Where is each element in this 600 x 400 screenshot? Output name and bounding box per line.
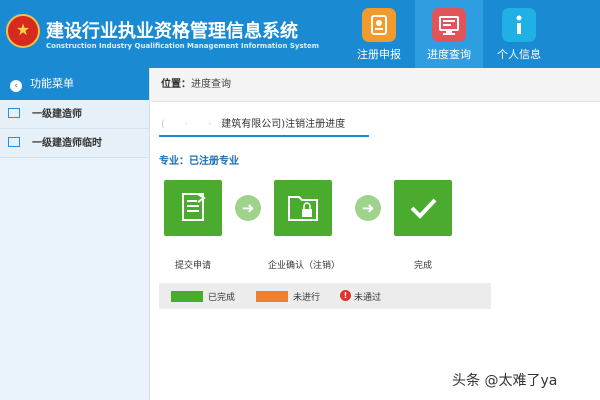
arrow-right-icon: ➜ [235, 195, 261, 221]
watermark: 头条 @太难了ya [452, 373, 558, 389]
progress-query-icon [432, 8, 466, 42]
national-emblem-icon: ★ [6, 14, 40, 48]
sidebar-item-constructor-temporary[interactable]: 一级建造师临时 [0, 129, 149, 158]
breadcrumb-value: 进度查询 [191, 79, 231, 90]
sidebar-item-label: 一级建造师 [32, 109, 82, 120]
legend-done-label: 已完成 [208, 293, 236, 303]
main-content: 位置：进度查询 ( · · 建筑有限公司)注销注册进度 专业：已注册专业 ➜ ➜… [151, 68, 600, 400]
nav-progress-query-label: 进度查询 [427, 48, 471, 61]
breadcrumb-label: 位置： [161, 79, 191, 90]
chevron-left-icon: ‹ [10, 80, 22, 92]
breadcrumb: 位置：进度查询 [151, 68, 600, 102]
nav-register-label: 注册申报 [357, 48, 401, 61]
info-icon [502, 8, 536, 42]
nav-progress-query[interactable]: 进度查询 [415, 0, 483, 68]
sidebar-header[interactable]: ‹ 功能菜单 [0, 68, 149, 100]
tab-cancellation-progress[interactable]: ( · · 建筑有限公司)注销注册进度 [159, 115, 369, 137]
step-label-confirm: 企业确认（注销） [267, 261, 340, 271]
system-subtitle: Construction Industry Qualification Mana… [46, 42, 320, 50]
nav-register[interactable]: 注册申报 [345, 0, 413, 68]
chat-icon [8, 137, 20, 147]
folder-lock-icon [288, 196, 318, 221]
legend-failed-label: 未通过 [354, 293, 382, 303]
step-label-submit: 提交申请 [174, 261, 211, 271]
step-label-complete: 完成 [413, 261, 432, 271]
legend-pending-label: 未进行 [293, 293, 321, 303]
step-confirm-box [274, 180, 332, 236]
register-icon [362, 8, 396, 42]
app-header: ★ 建设行业执业资格管理信息系统 Construction Industry Q… [0, 0, 600, 68]
arrow-right-icon: ➜ [355, 195, 381, 221]
legend-pending-swatch [256, 291, 288, 302]
sidebar: ‹ 功能菜单 一级建造师 一级建造师临时 [0, 68, 150, 400]
sidebar-item-constructor[interactable]: 一级建造师 [0, 100, 149, 129]
error-icon: ! [340, 290, 351, 301]
redacted-company-name: ( · · [161, 119, 222, 130]
nav-personal-info[interactable]: 个人信息 [485, 0, 553, 68]
document-refresh-icon [182, 193, 206, 221]
system-title: 建设行业执业资格管理信息系统 [46, 21, 298, 42]
nav-personal-info-label: 个人信息 [497, 48, 541, 61]
checkmark-icon [410, 198, 437, 219]
status-legend: 已完成 未进行 ! 未通过 [159, 283, 491, 309]
step-complete-box [394, 180, 452, 236]
step-submit-box [164, 180, 222, 236]
sidebar-header-label: 功能菜单 [30, 77, 74, 90]
sidebar-item-label: 一级建造师临时 [32, 138, 102, 149]
section-title: 专业：已注册专业 [159, 156, 239, 167]
legend-done-swatch [171, 291, 203, 302]
document-icon [8, 108, 20, 118]
tab-label: 建筑有限公司)注销注册进度 [221, 119, 346, 130]
